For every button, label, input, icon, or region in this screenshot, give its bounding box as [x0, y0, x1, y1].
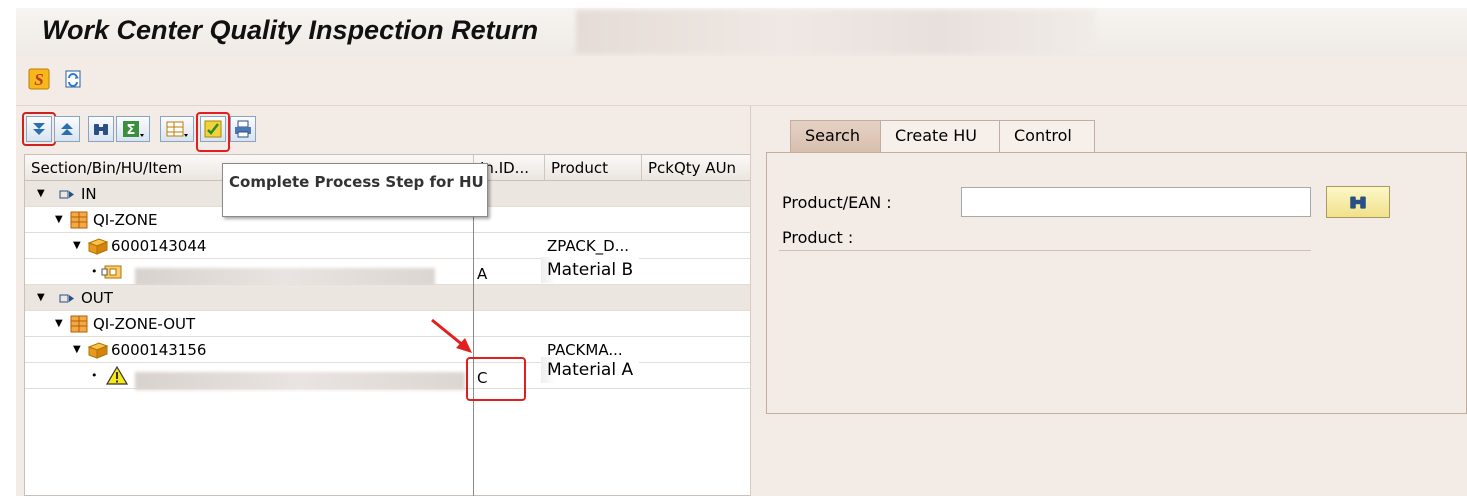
- leaf-bullet: •: [91, 369, 98, 382]
- print-button[interactable]: [230, 116, 256, 142]
- product-value-line: [779, 250, 1311, 251]
- pane-splitter[interactable]: [750, 106, 762, 496]
- application-toolbar: S: [16, 56, 1467, 106]
- annotation-arrow: [431, 318, 472, 353]
- collapse-icon[interactable]: ▼: [55, 311, 63, 337]
- redacted-title-suffix: [576, 10, 1096, 54]
- collapse-icon[interactable]: ▼: [55, 207, 63, 233]
- product-label: Product :: [782, 228, 854, 247]
- tooltip-text: Complete Process Step for HU: [229, 173, 484, 191]
- warning-icon: [105, 363, 129, 389]
- tab-create-hu[interactable]: Create HU: [880, 120, 1000, 152]
- collapse-icon[interactable]: ▼: [73, 233, 81, 259]
- column-header-pckqty[interactable]: PckQty AUn: [642, 155, 753, 181]
- find-button[interactable]: [88, 116, 114, 142]
- handling-unit-icon: [87, 233, 109, 259]
- storage-bin-icon: [69, 311, 91, 337]
- tree-row-item[interactable]: • A Material B: [25, 257, 751, 286]
- redacted-item-description: [135, 367, 465, 390]
- tree-row-label: QI-ZONE: [93, 211, 158, 229]
- search-button[interactable]: [1326, 186, 1390, 218]
- svg-text:S: S: [34, 70, 43, 89]
- product-ean-input[interactable]: [961, 187, 1311, 217]
- sum-icon: Σ: [123, 121, 144, 138]
- tree-row-item[interactable]: • C Material A: [25, 357, 751, 390]
- layout-icon: [166, 121, 188, 137]
- complete-step-highlight: [196, 112, 230, 152]
- tree-row-product: Material B: [541, 257, 640, 283]
- collapse-all-icon: [61, 123, 73, 135]
- collapse-icon[interactable]: ▼: [37, 285, 45, 311]
- annotation-box: [466, 357, 526, 401]
- sum-button[interactable]: Σ: [116, 116, 150, 142]
- tree-toolbar: Σ: [16, 106, 750, 154]
- page-title: Work Center Quality Inspection Return: [42, 15, 539, 45]
- storage-bin-icon: [69, 207, 91, 233]
- tree-row-label: 6000143044: [111, 237, 207, 255]
- sap-s-icon[interactable]: S: [28, 68, 50, 90]
- title-bar: Work Center Quality Inspection Return: [16, 8, 1467, 56]
- column-header-product[interactable]: Product: [545, 155, 642, 181]
- collapse-icon[interactable]: ▼: [73, 337, 81, 363]
- product-ean-label: Product/EAN :: [782, 193, 892, 212]
- tree-row-inid: A: [477, 265, 488, 283]
- section-icon: [59, 285, 77, 311]
- tree-row-label: QI-ZONE-OUT: [93, 315, 196, 333]
- tree-row-hu[interactable]: ▼ 6000143044 ZPACK_D...: [25, 233, 751, 259]
- binoculars-icon: [1350, 196, 1366, 209]
- tree-row-product: ZPACK_D...: [547, 237, 630, 255]
- svg-text:Σ: Σ: [127, 123, 136, 138]
- product-item-icon: [101, 259, 125, 285]
- leaf-bullet: •: [91, 265, 98, 278]
- handling-unit-icon: [87, 337, 109, 363]
- tab-control[interactable]: Control: [999, 120, 1095, 152]
- expand-focus-frame: [22, 112, 56, 146]
- detail-pane: Search Create HU Control Product/EAN : P…: [762, 106, 1467, 496]
- tree-row-label: 6000143156: [111, 341, 207, 359]
- search-tab-body: Product/EAN : Product :: [766, 152, 1467, 414]
- redacted-item-description: [135, 263, 435, 286]
- tree-row-label: IN: [81, 185, 97, 203]
- tree-row-product: Material A: [541, 357, 640, 383]
- tree-row-section-out[interactable]: ▼ OUT: [25, 285, 751, 311]
- collapse-icon[interactable]: ▼: [37, 181, 45, 207]
- refresh-icon[interactable]: [62, 68, 84, 90]
- tab-strip: Search Create HU Control: [762, 120, 1467, 152]
- layout-button[interactable]: [160, 116, 194, 142]
- tree-row-label: OUT: [81, 289, 113, 307]
- find-icon: [94, 124, 108, 135]
- print-icon: [235, 120, 251, 138]
- tree-row-bin-qi-zone-out[interactable]: ▼ QI-ZONE-OUT: [25, 311, 751, 337]
- section-icon: [59, 181, 77, 207]
- tooltip: Complete Process Step for HU: [222, 163, 488, 217]
- collapse-all-button[interactable]: [54, 116, 80, 142]
- tab-search[interactable]: Search: [790, 120, 882, 152]
- tree-row-hu[interactable]: ▼ 6000143156 PACKMA...: [25, 337, 751, 363]
